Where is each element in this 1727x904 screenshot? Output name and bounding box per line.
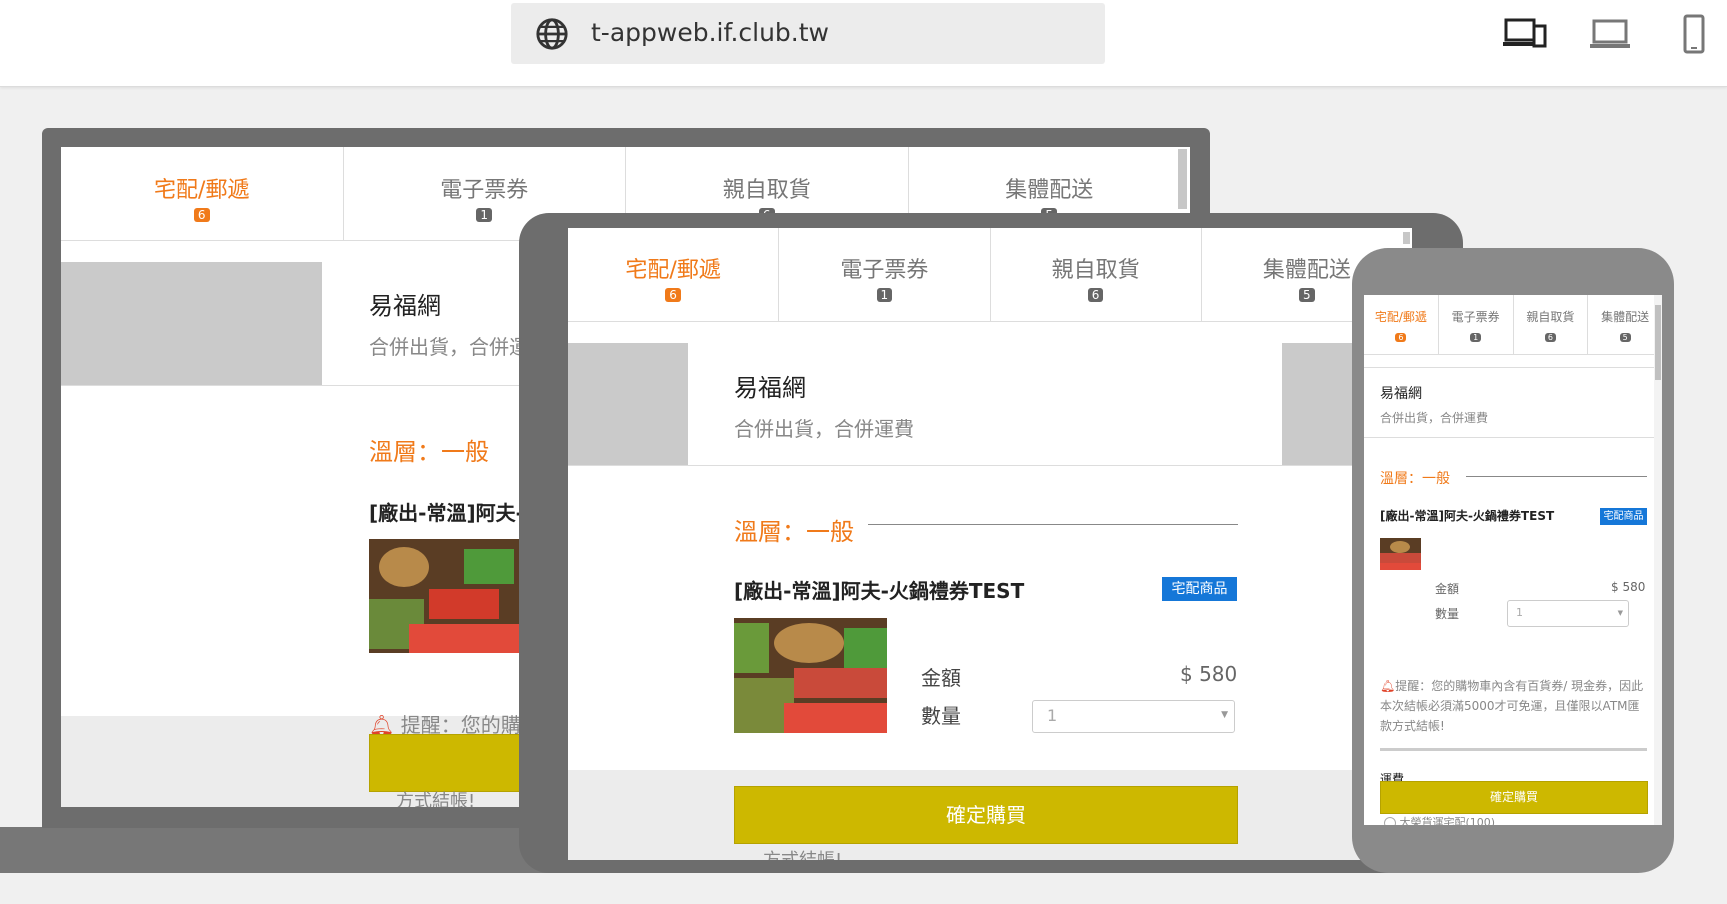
- bell-icon: 🔔︎: [1380, 679, 1396, 693]
- laptop-icon[interactable]: [1588, 14, 1632, 54]
- tab-label: 親自取貨: [1051, 258, 1140, 283]
- scrollbar[interactable]: [1178, 149, 1187, 209]
- browser-toolbar: t-appweb.if.club.tw: [0, 0, 1727, 87]
- reminder-text: 🔔︎提醒：您的購物車內含有百貨券/ 現金券，因此本次結帳必須滿5000才可免運，…: [1380, 676, 1650, 736]
- store-side-panel-left: [568, 343, 688, 465]
- tab-label: 電子票券: [840, 258, 929, 283]
- store-name: 易福網: [1380, 386, 1422, 402]
- store-side-panel: [61, 262, 322, 386]
- scrollbar[interactable]: [1403, 232, 1410, 244]
- quantity-label: 數量: [921, 704, 961, 728]
- quantity-select[interactable]: 1 ▼: [1032, 700, 1235, 733]
- reminder-full: 提醒：您的購物車內含有百貨券/ 現金券，因此本次結帳必須滿5000才可免運，且僅…: [1380, 679, 1644, 733]
- tab-bar: 宅配/郵遞 6 電子票券 1 親自取貨 6 集體配送 5: [568, 228, 1412, 322]
- tablet-screen: 宅配/郵遞 6 電子票券 1 親自取貨 6 集體配送 5 易福網 合併出貨，合併…: [568, 228, 1412, 860]
- tab-label: 親自取貨: [722, 178, 811, 203]
- globe-icon: [536, 18, 568, 50]
- quantity-value: 1: [1047, 706, 1058, 725]
- reminder-tail: 方式結帳!: [396, 791, 476, 807]
- phone-buy-button[interactable]: 確定購買: [1380, 781, 1648, 814]
- tab-group-delivery[interactable]: 集體配送 5: [1588, 295, 1662, 354]
- url-text: t-appweb.if.club.tw: [591, 18, 830, 47]
- store-subtitle: 合併出貨，合併運費: [734, 417, 914, 441]
- tab-count-badge: 5: [1299, 288, 1315, 302]
- product-image: [369, 539, 519, 653]
- mobile-phone-icon[interactable]: [1672, 14, 1716, 54]
- tab-count-badge: 6: [1395, 333, 1407, 342]
- tab-self-pickup[interactable]: 親自取貨 6: [991, 228, 1202, 321]
- reminder-tail: 方式結帳!: [763, 846, 842, 860]
- tab-e-ticket[interactable]: 電子票券 1: [1439, 295, 1514, 354]
- divider: [1380, 748, 1647, 751]
- chevron-down-icon: ▼: [1617, 609, 1623, 617]
- delivery-tag: 宅配商品: [1600, 508, 1647, 525]
- store-name: 易福網: [734, 374, 806, 402]
- quantity-select[interactable]: 1 ▼: [1507, 600, 1629, 627]
- phone-screen: 宅配/郵遞 6 電子票券 1 親自取貨 6 集體配送 5 易福網 合併出貨，合併…: [1364, 295, 1662, 825]
- phone-frame: 宅配/郵遞 6 電子票券 1 親自取貨 6 集體配送 5 易福網 合併出貨，合併…: [1352, 248, 1674, 873]
- shipping-option[interactable]: 大榮貨運宅配(100): [1384, 814, 1495, 825]
- product-image: [1380, 538, 1421, 570]
- shipping-option-label: 大榮貨運宅配(100): [1399, 816, 1496, 825]
- tab-label: 宅配/郵遞: [625, 258, 721, 283]
- temperature-label: 溫層：一般: [1380, 471, 1450, 487]
- radio-icon: [1384, 817, 1396, 825]
- tab-label: 集體配送: [1005, 178, 1094, 203]
- product-name: [廠出-常溫]阿夫-火鍋禮券TEST: [1380, 509, 1555, 523]
- amount-label: 金額: [1435, 582, 1460, 596]
- responsive-devices-icon[interactable]: [1503, 14, 1547, 54]
- tab-bar: 宅配/郵遞 6 電子票券 1 親自取貨 6 集體配送 5: [1364, 295, 1662, 355]
- delivery-tag: 宅配商品: [1162, 577, 1237, 601]
- tab-count-badge: 6: [1087, 288, 1104, 302]
- quantity-label: 數量: [1435, 607, 1460, 621]
- scrollbar-thumb[interactable]: [1655, 305, 1661, 380]
- tab-label: 電子票券: [440, 178, 529, 203]
- store-subtitle: 合併出貨，合併運費: [1380, 411, 1489, 425]
- chevron-down-icon: ▼: [1221, 710, 1228, 720]
- tablet-frame: 宅配/郵遞 6 電子票券 1 親自取貨 6 集體配送 5 易福網 合併出貨，合併…: [519, 213, 1463, 873]
- address-bar[interactable]: t-appweb.if.club.tw: [511, 3, 1105, 64]
- tab-count-badge: 6: [1544, 333, 1556, 342]
- amount-value: $ 580: [1180, 662, 1238, 686]
- tab-home-delivery[interactable]: 宅配/郵遞 6: [61, 147, 344, 240]
- temperature-label: 溫層：一般: [369, 438, 489, 466]
- buy-button[interactable]: 確定購買: [734, 786, 1238, 844]
- divider: [1364, 437, 1654, 438]
- tab-label: 集體配送: [1601, 310, 1650, 324]
- tab-label: 電子票券: [1451, 310, 1500, 324]
- divider: [568, 465, 1412, 466]
- tab-count-badge: 1: [476, 208, 493, 222]
- tab-count-badge: 1: [1470, 333, 1482, 342]
- tab-home-delivery[interactable]: 宅配/郵遞 6: [568, 228, 780, 321]
- product-image: [734, 618, 887, 733]
- divider: [1364, 367, 1654, 368]
- tab-home-delivery[interactable]: 宅配/郵遞 6: [1364, 295, 1439, 354]
- tab-count-badge: 6: [193, 208, 210, 222]
- scrollbar-track[interactable]: [1654, 295, 1662, 825]
- temperature-divider: [1466, 476, 1647, 477]
- tab-count-badge: 6: [665, 288, 681, 302]
- tab-label: 宅配/郵遞: [154, 178, 250, 203]
- temperature-divider: [868, 524, 1238, 525]
- amount-label: 金額: [921, 666, 961, 690]
- amount-value: $ 580: [1611, 580, 1646, 594]
- temperature-label: 溫層：一般: [734, 518, 854, 546]
- tab-label: 宅配/郵遞: [1374, 310, 1427, 324]
- quantity-value: 1: [1516, 606, 1523, 619]
- tab-e-ticket[interactable]: 電子票券 1: [779, 228, 991, 321]
- tab-label: 親自取貨: [1526, 310, 1575, 324]
- tab-count-badge: 1: [876, 288, 893, 302]
- tab-self-pickup[interactable]: 親自取貨 6: [1514, 295, 1589, 354]
- store-name: 易福網: [369, 292, 441, 320]
- tab-count-badge: 5: [1619, 333, 1631, 342]
- product-name: [廠出-常溫]阿夫-火鍋禮券TEST: [734, 579, 1025, 603]
